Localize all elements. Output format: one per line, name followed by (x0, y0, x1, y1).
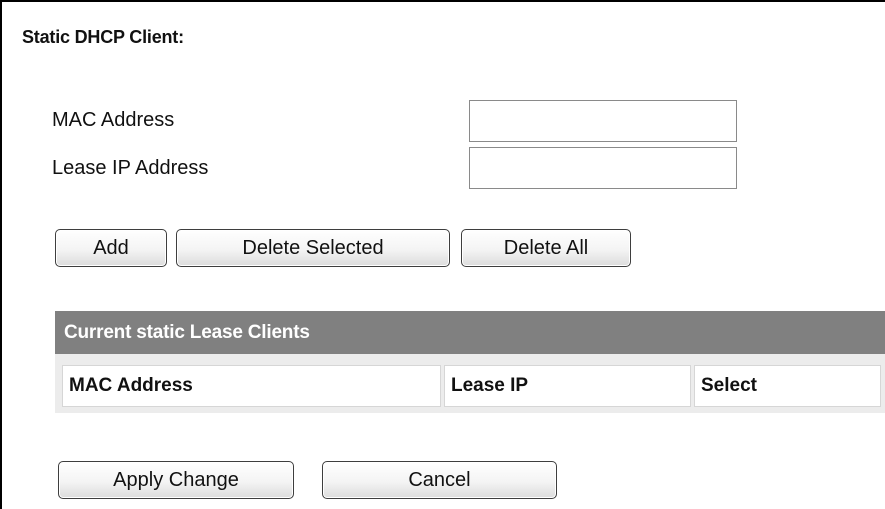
delete-all-button[interactable]: Delete All (461, 229, 631, 267)
column-header-lease-ip: Lease IP (444, 365, 691, 407)
column-header-select: Select (694, 365, 881, 407)
lease-ip-input[interactable] (469, 147, 737, 189)
apply-change-button[interactable]: Apply Change (58, 461, 294, 499)
mac-address-input[interactable] (469, 100, 737, 142)
cancel-button[interactable]: Cancel (322, 461, 557, 499)
lease-table-title: Current static Lease Clients (55, 311, 885, 354)
mac-address-label: MAC Address (52, 109, 175, 131)
add-button[interactable]: Add (55, 229, 167, 267)
column-header-mac-address: MAC Address (62, 365, 441, 407)
page-frame: Static DHCP Client: MAC Address Lease IP… (0, 0, 885, 509)
lease-ip-label: Lease IP Address (52, 157, 209, 179)
delete-selected-button[interactable]: Delete Selected (176, 229, 450, 267)
section-title: Static DHCP Client: (22, 27, 184, 47)
